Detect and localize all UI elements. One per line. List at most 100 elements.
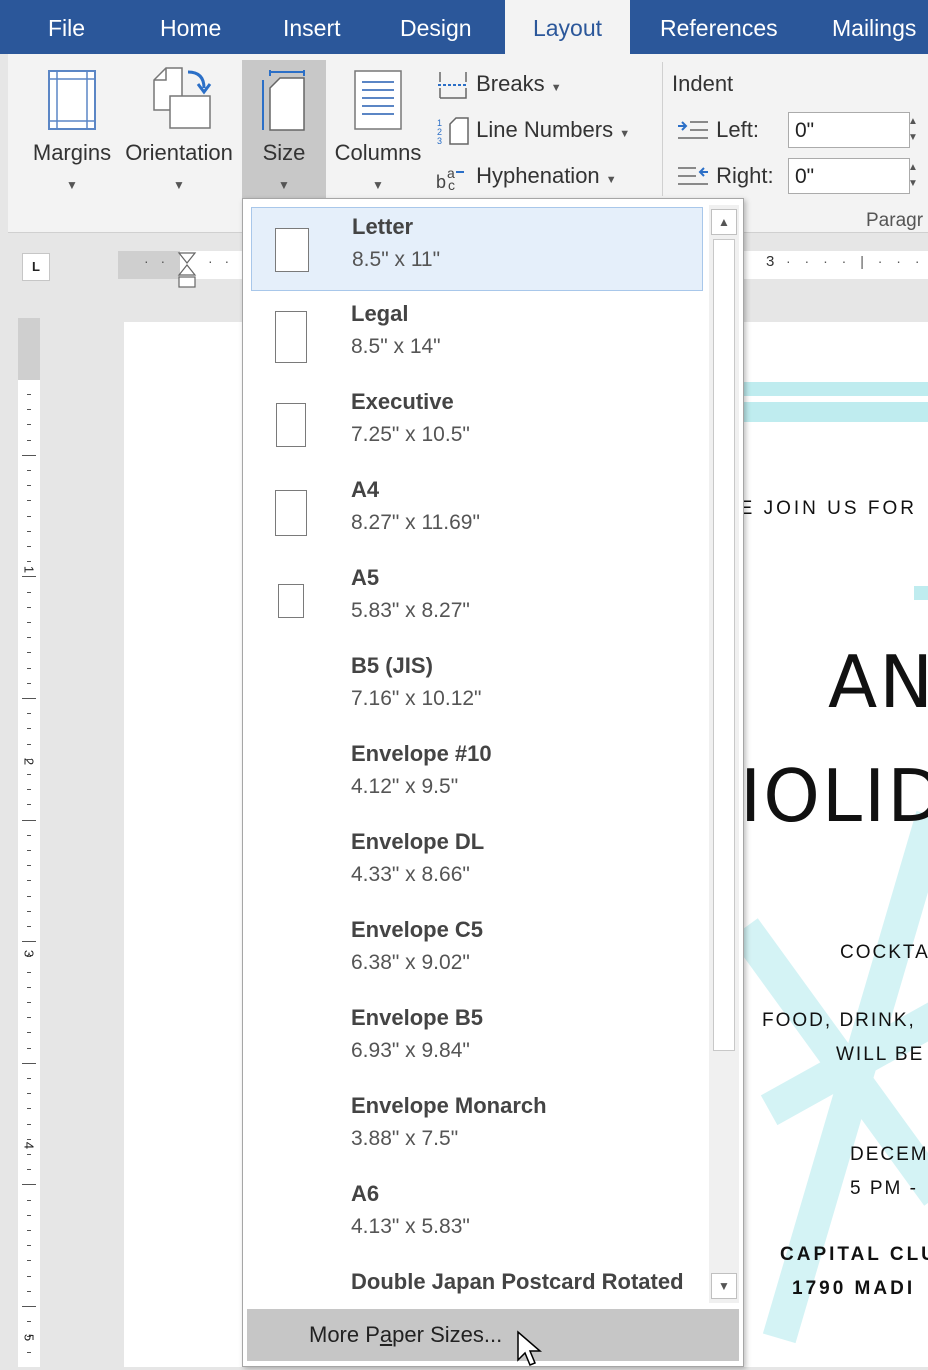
ruler-tick bbox=[27, 500, 31, 502]
paper-size-item[interactable]: A4 8.27" x 11.69" bbox=[251, 471, 703, 555]
more-paper-sizes-button[interactable]: More Paper Sizes... bbox=[247, 1309, 739, 1361]
margins-label: Margins bbox=[32, 140, 112, 165]
margins-icon bbox=[48, 70, 96, 130]
size-button[interactable]: Size ▼ bbox=[242, 60, 326, 200]
breaks-icon bbox=[438, 72, 468, 99]
paper-size-item[interactable]: Envelope #10 4.12" x 9.5" bbox=[251, 735, 703, 819]
ruler-tick bbox=[27, 986, 31, 988]
chevron-down-icon: ▼ bbox=[550, 82, 562, 94]
ruler-number: 5 bbox=[21, 1333, 37, 1342]
paper-size-item[interactable]: Envelope Monarch 3.88" x 7.5" bbox=[251, 1087, 703, 1171]
address-line: 1790 MADI bbox=[792, 1278, 916, 1299]
scroll-down-icon[interactable]: ▼ bbox=[711, 1273, 737, 1299]
chevron-down-icon: ▼ bbox=[173, 178, 185, 192]
detail-line: FOOD, DRINK, bbox=[762, 1010, 916, 1031]
ruler-tick bbox=[27, 1321, 31, 1323]
paper-size-name: A5 bbox=[351, 565, 380, 590]
paper-size-item[interactable]: Envelope B5 6.93" x 9.84" bbox=[251, 999, 703, 1083]
vertical-ruler[interactable]: 1 2 3 4 5 bbox=[18, 318, 40, 1367]
ruler-ticks: · · bbox=[144, 253, 170, 269]
paper-size-item[interactable]: Legal 8.5" x 14" bbox=[251, 295, 703, 379]
chevron-down-icon: ▼ bbox=[619, 128, 631, 140]
ruler-tick bbox=[27, 789, 31, 791]
ruler-tick bbox=[27, 1093, 31, 1095]
ruler-tick bbox=[27, 774, 31, 775]
indent-title: Indent bbox=[672, 71, 734, 96]
paper-size-name: A4 bbox=[351, 477, 380, 502]
title-line-2: IOLIDA bbox=[740, 754, 928, 838]
tab-references[interactable]: References bbox=[660, 0, 778, 54]
indent-left-spinner[interactable]: ▲ ▼ bbox=[904, 114, 922, 150]
hyphenation-label: Hyphenation bbox=[476, 163, 600, 188]
ruler-tick bbox=[27, 1199, 31, 1201]
decorative-stripe bbox=[724, 402, 928, 422]
paper-size-dimensions: 8.27" x 11.69" bbox=[351, 511, 480, 534]
ruler-tick bbox=[27, 546, 31, 547]
indent-right-input[interactable]: 0" bbox=[788, 158, 910, 194]
paper-size-item[interactable]: Letter 8.5" x 11" bbox=[251, 207, 703, 291]
tab-file[interactable]: File bbox=[48, 0, 85, 54]
tab-selector[interactable]: L bbox=[22, 253, 50, 281]
paper-size-item[interactable]: Envelope C5 6.38" x 9.02" bbox=[251, 911, 703, 995]
decorative-stripe bbox=[724, 382, 928, 396]
paper-size-name: Double Japan Postcard Rotated bbox=[351, 1269, 684, 1294]
paper-size-item[interactable]: A5 5.83" x 8.27" bbox=[251, 559, 703, 643]
paper-size-name: Envelope #10 bbox=[351, 741, 492, 766]
svg-text:3: 3 bbox=[437, 136, 442, 146]
tab-layout[interactable]: Layout bbox=[505, 0, 630, 54]
paper-size-item[interactable]: Envelope DL 4.33" x 8.66" bbox=[251, 823, 703, 907]
ruler-tick bbox=[27, 1047, 31, 1049]
scroll-up-icon[interactable]: ▲ bbox=[711, 209, 737, 235]
indent-left-input[interactable]: 0" bbox=[788, 112, 910, 148]
svg-text:b: b bbox=[436, 172, 446, 192]
paper-size-dimensions: 4.12" x 9.5" bbox=[351, 775, 459, 798]
line-numbers-label: Line Numbers bbox=[476, 117, 614, 142]
svg-text:c: c bbox=[448, 177, 455, 192]
ruler-tick bbox=[27, 470, 31, 471]
scrollbar[interactable]: ▲ ▼ bbox=[709, 205, 739, 1303]
ruler-tick bbox=[27, 682, 31, 684]
ruler-tick bbox=[27, 910, 31, 912]
paper-size-item[interactable]: B5 (JIS) 7.16" x 10.12" bbox=[251, 647, 703, 731]
paper-size-dimensions: 7.25" x 10.5" bbox=[351, 423, 470, 446]
paper-size-dimensions: 3.88" x 7.5" bbox=[351, 1127, 459, 1150]
ruler-tick bbox=[27, 1260, 31, 1262]
ruler-tick bbox=[27, 1002, 31, 1003]
tab-mailings[interactable]: Mailings bbox=[832, 0, 916, 54]
margins-button[interactable]: Margins ▼ bbox=[18, 60, 126, 200]
paper-size-item[interactable]: A6 4.13" x 5.83" bbox=[251, 1175, 703, 1259]
ruler-number: 3 bbox=[21, 949, 37, 958]
hyphenation-button[interactable]: b a c Hyphenation ▼ bbox=[436, 158, 617, 194]
tab-insert[interactable]: Insert bbox=[283, 0, 341, 54]
ruler-tick bbox=[27, 1351, 31, 1353]
ruler-tick bbox=[22, 1306, 36, 1307]
indent-left-text: Left: bbox=[716, 117, 759, 142]
paragraph-group-label: Paragr bbox=[866, 210, 924, 231]
breaks-button[interactable]: Breaks ▼ bbox=[436, 66, 562, 102]
tab-home[interactable]: Home bbox=[160, 0, 221, 54]
chevron-down-icon: ▼ bbox=[66, 178, 78, 192]
tab-design[interactable]: Design bbox=[400, 0, 472, 54]
paper-size-item[interactable]: Executive 7.25" x 10.5" bbox=[251, 383, 703, 467]
ruler-margin bbox=[18, 318, 40, 380]
ruler-tick bbox=[22, 454, 36, 456]
ruler-tick bbox=[27, 971, 31, 973]
snowflake-small-icon bbox=[914, 586, 928, 600]
breaks-label: Breaks bbox=[476, 71, 545, 96]
ruler-tick bbox=[22, 1062, 36, 1064]
orientation-button[interactable]: Orientation ▼ bbox=[118, 60, 240, 200]
columns-button[interactable]: Columns ▼ bbox=[328, 60, 428, 200]
ruler-tick bbox=[27, 515, 31, 517]
indent-right-text: Right: bbox=[716, 163, 774, 188]
indent-right-spinner[interactable]: ▲ ▼ bbox=[904, 160, 922, 196]
ruler-tick bbox=[27, 713, 31, 715]
ruler-tick bbox=[27, 1123, 31, 1125]
venue-line: CAPITAL CLU bbox=[780, 1244, 928, 1265]
scroll-thumb[interactable] bbox=[713, 239, 735, 1051]
ruler-tick bbox=[27, 834, 31, 836]
ruler-tick bbox=[27, 637, 31, 639]
ruler-tick bbox=[22, 941, 36, 943]
ruler-tick bbox=[27, 1214, 31, 1216]
ruler-tick bbox=[27, 895, 31, 897]
line-numbers-button[interactable]: 1 2 3 Line Numbers ▼ bbox=[436, 112, 630, 148]
